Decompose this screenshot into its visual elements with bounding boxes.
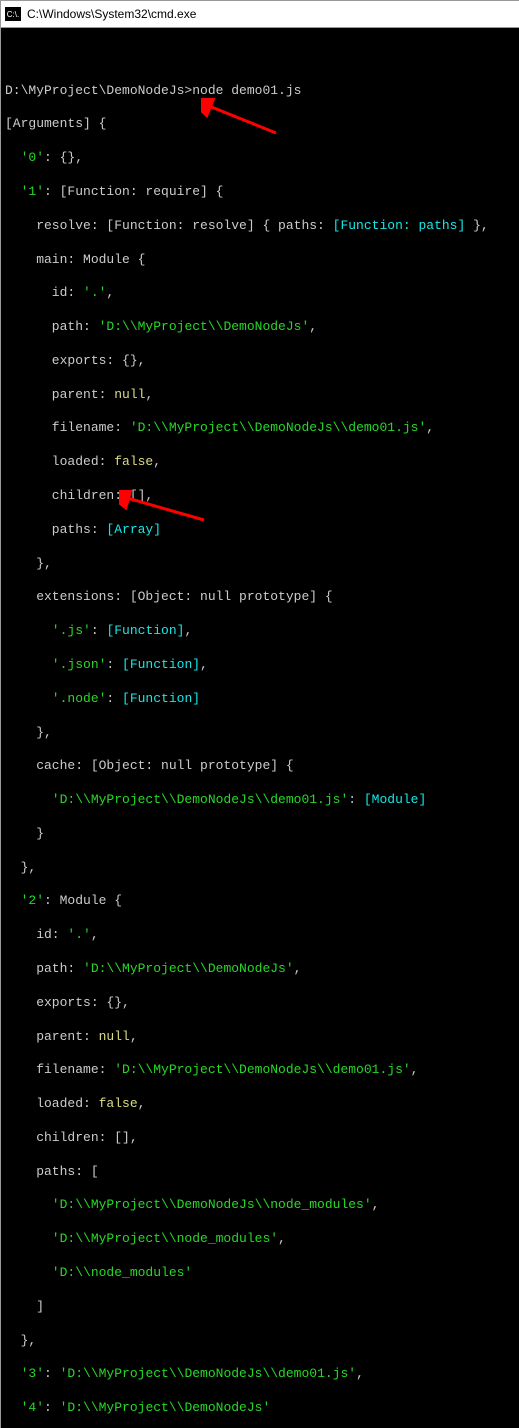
out-l26: path: 'D:\\MyProject\\DemoNodeJs', bbox=[5, 961, 516, 978]
out-l12: children: [], bbox=[5, 488, 516, 505]
out-l36: ] bbox=[5, 1299, 516, 1316]
out-l34: 'D:\\MyProject\\node_modules', bbox=[5, 1231, 516, 1248]
out-l32: paths: [ bbox=[5, 1164, 516, 1181]
out-l11: loaded: false, bbox=[5, 454, 516, 471]
out-l18: '.node': [Function] bbox=[5, 691, 516, 708]
out-l30: loaded: false, bbox=[5, 1096, 516, 1113]
out-l21: 'D:\\MyProject\\DemoNodeJs\\demo01.js': … bbox=[5, 792, 516, 809]
out-l35: 'D:\\node_modules' bbox=[5, 1265, 516, 1282]
out-l3: '1': [Function: require] { bbox=[5, 184, 516, 201]
out-l9: parent: null, bbox=[5, 387, 516, 404]
out-l8: exports: {}, bbox=[5, 353, 516, 370]
out-l25: id: '.', bbox=[5, 927, 516, 944]
out-l6: id: '.', bbox=[5, 285, 516, 302]
cmd-icon: C:\. bbox=[5, 7, 21, 21]
titlebar[interactable]: C:\. C:\Windows\System32\cmd.exe bbox=[1, 1, 519, 28]
out-l10: filename: 'D:\\MyProject\\DemoNodeJs\\de… bbox=[5, 420, 516, 437]
out-l20: cache: [Object: null prototype] { bbox=[5, 758, 516, 775]
prompt-line: D:\MyProject\DemoNodeJs>node demo01.js bbox=[5, 83, 516, 100]
out-l24: '2': Module { bbox=[5, 893, 516, 910]
titlebar-path: C:\Windows\System32\cmd.exe bbox=[27, 7, 196, 21]
out-l31: children: [], bbox=[5, 1130, 516, 1147]
cmd-window: C:\. C:\Windows\System32\cmd.exe D:\MyPr… bbox=[0, 0, 519, 1428]
out-l15: extensions: [Object: null prototype] { bbox=[5, 589, 516, 606]
out-l29: filename: 'D:\\MyProject\\DemoNodeJs\\de… bbox=[5, 1062, 516, 1079]
out-l7: path: 'D:\\MyProject\\DemoNodeJs', bbox=[5, 319, 516, 336]
out-l16: '.js': [Function], bbox=[5, 623, 516, 640]
out-l23: }, bbox=[5, 860, 516, 877]
out-l37: }, bbox=[5, 1333, 516, 1350]
out-l39: '4': 'D:\\MyProject\\DemoNodeJs' bbox=[5, 1400, 516, 1417]
out-l38: '3': 'D:\\MyProject\\DemoNodeJs\\demo01.… bbox=[5, 1366, 516, 1383]
empty-line bbox=[5, 49, 516, 66]
out-l27: exports: {}, bbox=[5, 995, 516, 1012]
out-l22: } bbox=[5, 826, 516, 843]
out-l13: paths: [Array] bbox=[5, 522, 516, 539]
out-l19: }, bbox=[5, 725, 516, 742]
out-l4: resolve: [Function: resolve] { paths: [F… bbox=[5, 218, 516, 235]
out-l33: 'D:\\MyProject\\DemoNodeJs\\node_modules… bbox=[5, 1197, 516, 1214]
out-l2: '0': {}, bbox=[5, 150, 516, 167]
out-l14: }, bbox=[5, 556, 516, 573]
terminal-output[interactable]: D:\MyProject\DemoNodeJs>node demo01.js [… bbox=[1, 28, 519, 1428]
out-l1: [Arguments] { bbox=[5, 116, 516, 133]
out-l5: main: Module { bbox=[5, 252, 516, 269]
out-l17: '.json': [Function], bbox=[5, 657, 516, 674]
out-l28: parent: null, bbox=[5, 1029, 516, 1046]
